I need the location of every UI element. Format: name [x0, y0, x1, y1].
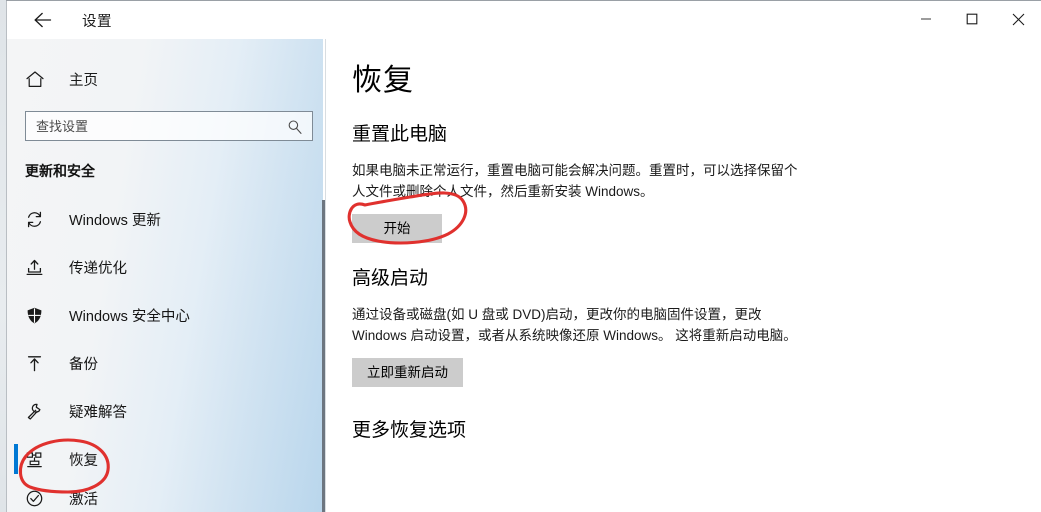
sidebar-item-label: 备份: [69, 356, 98, 373]
page-title: 恢复: [352, 64, 414, 97]
close-button[interactable]: [995, 1, 1041, 37]
search-icon[interactable]: [284, 116, 306, 138]
sync-icon: [25, 207, 51, 231]
sidebar-nav-list: Windows 更新 传递优化 Windows 安全中心 备份 疑难解答 恢复 …: [7, 195, 323, 512]
sidebar-item-label: 激活: [69, 491, 98, 508]
sidebar-home-label: 主页: [69, 72, 98, 89]
reset-pc-heading: 重置此电脑: [352, 124, 448, 145]
selection-indicator: [14, 444, 18, 474]
backup-upload-icon: [25, 351, 51, 375]
maximize-icon: [966, 13, 978, 25]
advanced-startup-heading: 高级启动: [352, 268, 429, 289]
sidebar-item-label: 传递优化: [69, 260, 127, 277]
restart-now-button[interactable]: 立即重新启动: [352, 358, 463, 387]
minimize-icon: [920, 13, 932, 25]
reset-pc-start-button[interactable]: 开始: [352, 214, 442, 243]
recovery-icon: [25, 447, 51, 471]
sidebar-item-delivery-optimization[interactable]: 传递优化: [7, 243, 323, 291]
sidebar: 主页 更新和安全: [7, 39, 323, 512]
home-icon: [25, 70, 51, 89]
sidebar-item-label: 疑难解答: [69, 404, 127, 421]
window-controls: [903, 1, 1041, 37]
back-arrow-icon: [33, 12, 55, 28]
minimize-button[interactable]: [903, 1, 949, 37]
sidebar-item-troubleshoot[interactable]: 疑难解答: [7, 387, 323, 435]
search-input[interactable]: [26, 112, 278, 140]
maximize-button[interactable]: [949, 1, 995, 37]
delivery-optimization-icon: [25, 255, 51, 279]
title-bar: 设置: [7, 1, 1041, 39]
sidebar-section-heading: 更新和安全: [25, 163, 95, 179]
sidebar-item-windows-security[interactable]: Windows 安全中心: [7, 291, 323, 339]
sidebar-item-label: Windows 更新: [69, 212, 161, 229]
sidebar-item-backup[interactable]: 备份: [7, 339, 323, 387]
more-recovery-options-heading: 更多恢复选项: [352, 420, 467, 441]
reset-pc-description: 如果电脑未正常运行，重置电脑可能会解决问题。重置时，可以选择保留个人文件或删除个…: [352, 163, 798, 199]
activation-check-icon: [25, 486, 51, 510]
main-content: 恢复 重置此电脑 如果电脑未正常运行，重置电脑可能会解决问题。重置时，可以选择保…: [326, 39, 1041, 512]
sidebar-item-home[interactable]: 主页: [7, 59, 323, 99]
wrench-icon: [25, 399, 51, 423]
advanced-startup-description: 通过设备或磁盘(如 U 盘或 DVD)启动，更改你的电脑固件设置，更改 Wind…: [352, 307, 797, 343]
sidebar-item-label: 恢复: [69, 452, 98, 469]
sidebar-item-label: Windows 安全中心: [69, 308, 190, 325]
sidebar-item-windows-update[interactable]: Windows 更新: [7, 195, 323, 243]
shield-icon: [25, 303, 51, 327]
search-box[interactable]: [25, 111, 313, 141]
settings-window: 设置 主页 查找设置 更新和安全 Windows 更新 传递优化 Windows…: [0, 0, 1041, 512]
back-button[interactable]: [22, 3, 66, 37]
close-icon: [1012, 13, 1025, 26]
sidebar-item-activation[interactable]: 激活: [7, 483, 323, 512]
window-title: 设置: [82, 13, 112, 30]
sidebar-item-recovery[interactable]: 恢复: [7, 435, 323, 483]
